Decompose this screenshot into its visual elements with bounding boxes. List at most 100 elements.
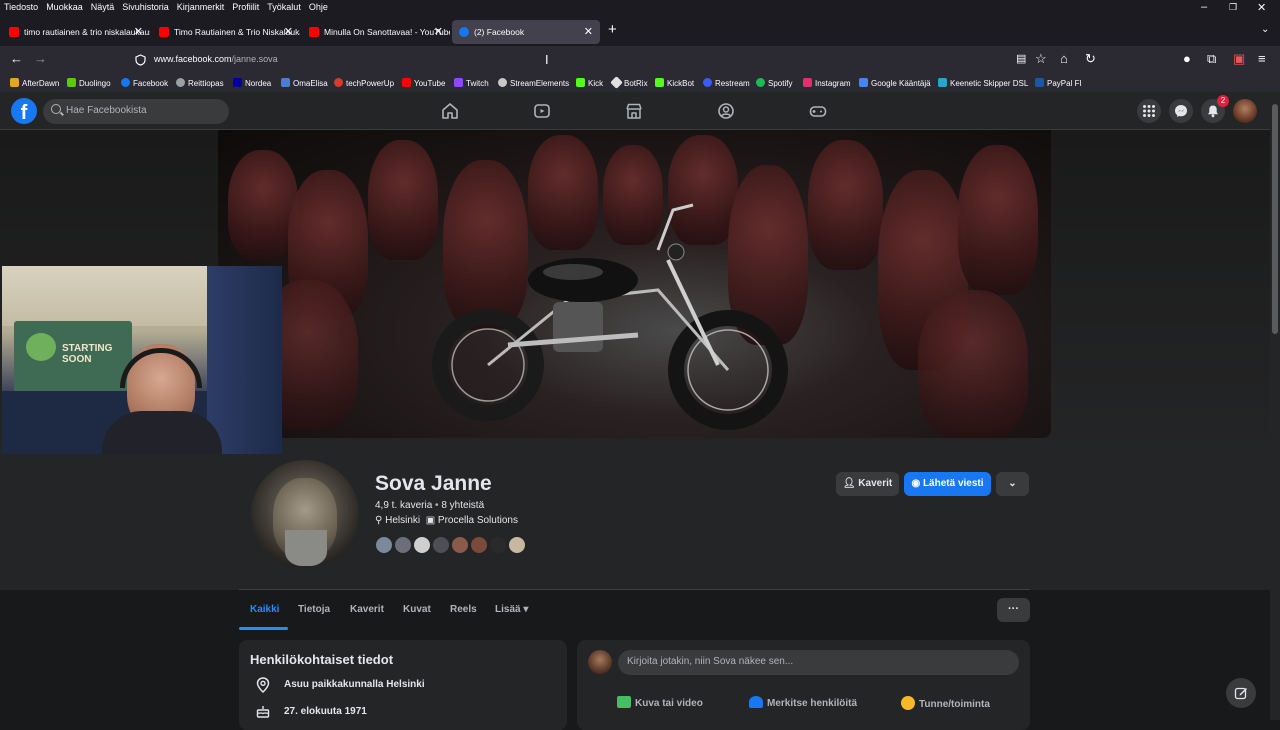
mutual-friend-avatar[interactable] [412, 535, 432, 555]
bookmark-techpowerup[interactable]: techPowerUp [334, 78, 394, 88]
composer-input[interactable]: Kirjoita jotakin, niin Sova näkee sen... [618, 650, 1019, 675]
bookmark-twitch[interactable]: Twitch [454, 78, 489, 88]
profile-avatar-menu[interactable] [1233, 99, 1257, 123]
bookmark-reittiopas[interactable]: Reittiopas [176, 78, 224, 88]
mutual-friend-avatar[interactable] [507, 535, 527, 555]
friends-button[interactable]: 👤︎ Kaverit [836, 472, 899, 496]
streamelements-icon [498, 78, 507, 87]
menu-history[interactable]: Sivuhistoria [118, 0, 173, 12]
close-tab-icon[interactable]: ✕ [134, 25, 143, 38]
bookmark-duolingo[interactable]: Duolingo [67, 78, 111, 88]
bookmark-youtube[interactable]: YouTube [402, 78, 445, 88]
mutual-friend-avatar[interactable] [488, 535, 508, 555]
extension-badge-icon[interactable]: ▣ [1233, 52, 1245, 66]
menu-file[interactable]: Tiedosto [0, 0, 42, 12]
messenger-icon[interactable] [1169, 99, 1193, 123]
bookmark-spotify[interactable]: Spotify [756, 78, 792, 88]
tab-photos[interactable]: Kuvat [403, 604, 431, 615]
restore-icon[interactable]: ❐ [1229, 2, 1237, 13]
bookmark-nordea[interactable]: Nordea [233, 78, 271, 88]
text-cursor-icon: I [545, 52, 549, 67]
reader-view-icon[interactable]: ▤ [1016, 52, 1026, 66]
friends-count[interactable]: 4,9 t. kaveria [375, 500, 432, 511]
bookmark-streamelements[interactable]: StreamElements [498, 78, 569, 88]
cover-photo[interactable] [218, 130, 1051, 438]
browser-tab-1[interactable]: timo rautiainen & trio niskalaukaus ✕ [2, 20, 150, 44]
profile-picture[interactable] [248, 457, 362, 571]
gaming-nav-icon[interactable] [808, 101, 828, 121]
mutual-friend-avatar[interactable] [393, 535, 413, 555]
tab-more[interactable]: Lisää ▾ [495, 604, 528, 615]
bookmark-star-icon[interactable]: ☆ [1035, 52, 1047, 66]
menu-edit[interactable]: Muokkaa [42, 0, 87, 12]
bookmark-facebook[interactable]: Facebook [121, 78, 168, 88]
mutual-friends-count[interactable]: 8 yhteistä [441, 500, 484, 511]
bookmark-keenetic[interactable]: Keenetic Skipper DSL [938, 78, 1028, 88]
site-info-icon[interactable] [135, 54, 146, 66]
bookmark-restream[interactable]: Restream [703, 78, 750, 88]
facebook-logo-icon[interactable]: f [11, 98, 37, 124]
app-menu-icon[interactable]: ≡ [1258, 52, 1266, 66]
bookmark-label: Spotify [768, 79, 793, 88]
profile-options-button[interactable]: ··· [997, 598, 1030, 622]
tab-friends[interactable]: Kaverit [350, 604, 384, 615]
bookmark-kickbot[interactable]: KickBot [655, 78, 694, 88]
url-bar[interactable]: www.facebook.com/janne.sova [130, 49, 1000, 71]
extensions-icon[interactable]: ⧉ [1207, 52, 1216, 66]
menu-view[interactable]: Näytä [87, 0, 119, 12]
composer-avatar[interactable] [588, 650, 612, 674]
tab-all[interactable]: Kaikki [250, 604, 279, 615]
tab-reels[interactable]: Reels [450, 604, 477, 615]
bookmark-kick[interactable]: Kick [576, 78, 603, 88]
profile-workplace[interactable]: Procella Solutions [438, 515, 518, 526]
profile-more-button[interactable]: ⌄ [996, 472, 1029, 496]
mutual-friend-avatar[interactable] [469, 535, 489, 555]
facebook-search-input[interactable]: Hae Facebookista [43, 99, 229, 124]
home-icon[interactable]: ⌂ [1060, 52, 1068, 66]
scrollbar-thumb[interactable] [1272, 104, 1278, 334]
marketplace-nav-icon[interactable] [624, 101, 644, 121]
menu-help[interactable]: Ohje [305, 0, 332, 12]
list-tabs-icon[interactable]: ⌄ [1261, 24, 1269, 35]
photo-video-action[interactable]: Kuva tai video [617, 696, 703, 709]
tab-title: Timo Rautiainen & Trio Niskalaukaus [174, 27, 300, 37]
menu-bookmarks[interactable]: Kirjanmerkit [173, 0, 229, 12]
bookmark-label: OmaElisa [293, 79, 328, 88]
bookmark-afterdawn[interactable]: AfterDawn [10, 78, 59, 88]
bookmark-label: Facebook [133, 79, 169, 88]
mutual-friend-avatar[interactable] [431, 535, 451, 555]
new-message-button[interactable] [1226, 678, 1256, 708]
browser-tab-2[interactable]: Timo Rautiainen & Trio Niskalaukaus ✕ [152, 20, 300, 44]
menu-tools[interactable]: Työkalut [263, 0, 305, 12]
account-icon[interactable]: ● [1183, 52, 1191, 66]
forward-icon[interactable]: → [34, 52, 47, 66]
back-icon[interactable]: ← [10, 52, 23, 66]
close-tab-icon[interactable]: ✕ [584, 25, 593, 38]
mutual-friend-avatar[interactable] [374, 535, 394, 555]
video-nav-icon[interactable] [532, 101, 552, 121]
bookmark-omaelisa[interactable]: OmaElisa [281, 78, 328, 88]
facebook-icon [121, 78, 130, 87]
tag-people-action[interactable]: Merkitse henkilöitä [749, 696, 857, 709]
bookmark-paypal[interactable]: PayPal FI [1035, 78, 1082, 88]
bookmark-google-translate[interactable]: Google Kääntäjä [859, 78, 931, 88]
bookmark-botrix[interactable]: BotRix [610, 76, 648, 89]
browser-tab-3[interactable]: Minulla On Sanottavaa! - YouTube ✕ [302, 20, 450, 44]
feeling-activity-action[interactable]: Tunne/toiminta [901, 696, 990, 710]
close-tab-icon[interactable]: ✕ [284, 25, 293, 38]
reload-icon[interactable]: ↻ [1085, 52, 1096, 66]
browser-tab-4-active[interactable]: (2) Facebook ✕ [452, 20, 600, 44]
profile-friends-summary[interactable]: 4,9 t. kaveria • 8 yhteistä [375, 500, 484, 511]
home-nav-icon[interactable] [440, 101, 460, 121]
mutual-friend-avatar[interactable] [450, 535, 470, 555]
menu-profiles[interactable]: Profiilit [228, 0, 263, 12]
close-tab-icon[interactable]: ✕ [434, 25, 443, 38]
groups-nav-icon[interactable] [716, 101, 736, 121]
minimize-icon[interactable]: – [1201, 1, 1207, 13]
send-message-button[interactable]: ◉ Lähetä viesti [904, 472, 991, 496]
close-window-icon[interactable]: ✕ [1257, 1, 1266, 14]
menu-grid-icon[interactable] [1137, 99, 1161, 123]
bookmark-instagram[interactable]: Instagram [803, 78, 851, 88]
tab-about[interactable]: Tietoja [298, 604, 330, 615]
new-tab-icon[interactable]: + [608, 21, 617, 38]
